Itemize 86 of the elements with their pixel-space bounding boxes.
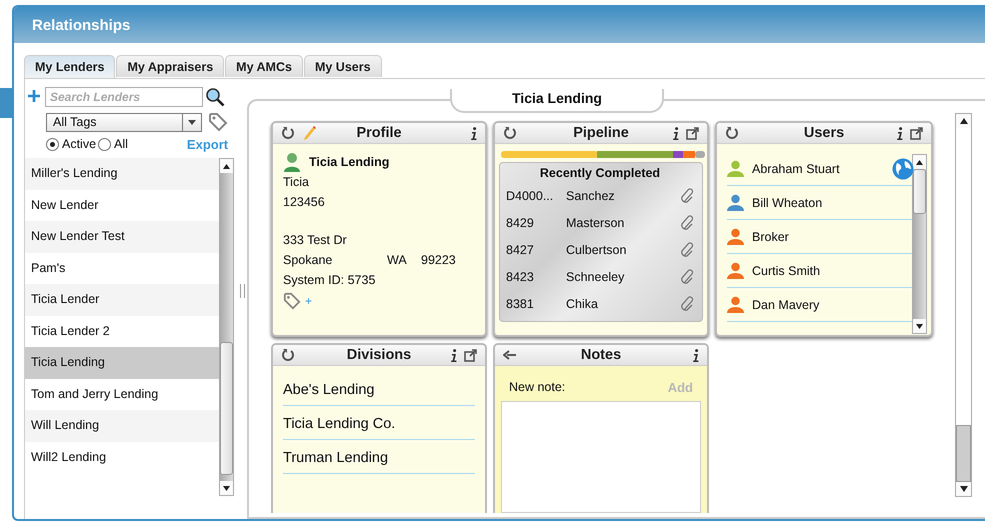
info-icon[interactable] bbox=[673, 126, 679, 140]
user-name[interactable]: Dan Mavery bbox=[752, 298, 912, 312]
borrower-name[interactable]: Culbertson bbox=[566, 242, 680, 256]
paperclip-icon[interactable] bbox=[680, 242, 694, 258]
note-label: New note: bbox=[509, 380, 566, 395]
scrollbar[interactable] bbox=[219, 158, 234, 496]
user-name[interactable]: Abraham Stuart bbox=[752, 162, 884, 176]
tag-dropdown[interactable]: All Tags bbox=[46, 112, 202, 132]
scroll-down-icon[interactable] bbox=[916, 324, 923, 328]
scroll-down-icon[interactable] bbox=[960, 486, 968, 492]
info-icon[interactable] bbox=[693, 348, 699, 362]
city: Spokane bbox=[283, 252, 334, 269]
widget-title: Divisions bbox=[346, 347, 412, 363]
tab[interactable]: My Appraisers bbox=[116, 55, 224, 77]
user-name[interactable]: Bill Wheaton bbox=[752, 196, 912, 210]
lender-item[interactable]: Ticia Lending bbox=[25, 347, 220, 378]
lender-item[interactable]: Ticia Lender bbox=[25, 284, 220, 316]
scrollbar[interactable] bbox=[912, 154, 927, 334]
refresh-icon[interactable] bbox=[281, 348, 295, 362]
zip-code: 99223 bbox=[421, 253, 456, 267]
info-icon[interactable] bbox=[471, 126, 477, 140]
tab[interactable]: My Lenders bbox=[24, 55, 116, 78]
widget-title: Profile bbox=[355, 125, 403, 141]
order-number: 8427 bbox=[506, 242, 535, 256]
info-icon[interactable] bbox=[451, 348, 457, 362]
division-item[interactable]: Truman Lending bbox=[283, 440, 475, 474]
widget-title: Users bbox=[802, 125, 846, 141]
tab[interactable]: My AMCs bbox=[225, 55, 303, 77]
splitter-handle[interactable] bbox=[240, 284, 245, 298]
back-arrow-icon[interactable] bbox=[503, 350, 517, 360]
profile-line: 123456 bbox=[283, 194, 326, 211]
window-title: Relationships bbox=[32, 16, 130, 34]
scroll-thumb[interactable] bbox=[913, 169, 926, 214]
popout-icon[interactable] bbox=[686, 126, 699, 140]
info-icon[interactable] bbox=[897, 126, 903, 140]
popout-icon[interactable] bbox=[464, 348, 477, 362]
tag-icon[interactable] bbox=[208, 112, 228, 132]
borrower-name[interactable]: Sanchez bbox=[566, 188, 680, 202]
order-number: D4000... bbox=[506, 188, 554, 202]
refresh-icon[interactable] bbox=[281, 126, 295, 140]
scroll-down-icon[interactable] bbox=[223, 486, 230, 490]
borrower-name[interactable]: Masterson bbox=[566, 216, 680, 230]
scroll-up-icon[interactable] bbox=[223, 164, 230, 168]
scroll-up-icon[interactable] bbox=[916, 160, 923, 164]
scrollbar[interactable] bbox=[955, 113, 972, 497]
caret-icon bbox=[188, 120, 196, 124]
system-id: System ID: 5735 bbox=[283, 272, 376, 289]
tag-icon[interactable] bbox=[283, 292, 301, 310]
order-number: 8429 bbox=[506, 216, 535, 230]
widget-title: Pipeline bbox=[572, 125, 630, 141]
scroll-up-icon[interactable] bbox=[960, 118, 968, 124]
radio-button[interactable]: All bbox=[98, 137, 128, 151]
search-field[interactable]: Search Lenders bbox=[45, 87, 203, 107]
scroll-thumb[interactable] bbox=[220, 342, 234, 475]
tab[interactable]: My Users bbox=[304, 55, 382, 77]
order-number: 8423 bbox=[506, 270, 535, 284]
profile-line: Ticia bbox=[283, 174, 310, 191]
borrower-name[interactable]: Schneeley bbox=[566, 270, 680, 284]
globe-icon[interactable] bbox=[892, 158, 914, 180]
section-heading: Recently Completed bbox=[538, 166, 662, 180]
refresh-icon[interactable] bbox=[503, 126, 517, 140]
order-number: 8381 bbox=[506, 296, 535, 310]
widget-title: Notes bbox=[580, 347, 622, 363]
popout-icon[interactable] bbox=[910, 126, 923, 140]
division-item[interactable]: Abe's Lending bbox=[283, 372, 475, 406]
user-name[interactable]: Broker bbox=[752, 230, 912, 244]
scroll-thumb[interactable] bbox=[956, 425, 971, 482]
paperclip-icon[interactable] bbox=[680, 296, 694, 312]
user-name[interactable]: Curtis Smith bbox=[752, 264, 912, 278]
lender-item[interactable]: Will Lending bbox=[25, 410, 220, 442]
lender-name: Ticia Lending bbox=[309, 155, 390, 169]
search-icon[interactable] bbox=[205, 87, 225, 107]
radio-button[interactable]: Active bbox=[46, 137, 96, 151]
refresh-icon[interactable] bbox=[725, 126, 739, 140]
paperclip-icon[interactable] bbox=[680, 214, 694, 230]
lender-item[interactable]: Miller's Lending bbox=[25, 158, 220, 190]
detail-title: Ticia Lending bbox=[450, 89, 664, 113]
person-icon bbox=[283, 152, 301, 172]
paperclip-icon[interactable] bbox=[680, 188, 694, 204]
borrower-name[interactable]: Chika bbox=[566, 296, 680, 310]
note-field[interactable] bbox=[501, 401, 701, 513]
division-item[interactable]: Ticia Lending Co. bbox=[283, 406, 475, 440]
paperclip-icon[interactable] bbox=[680, 268, 694, 284]
state: WA bbox=[387, 252, 408, 269]
street-address: 333 Test Dr bbox=[283, 232, 348, 249]
lender-item[interactable]: New Lender Test bbox=[25, 221, 220, 252]
